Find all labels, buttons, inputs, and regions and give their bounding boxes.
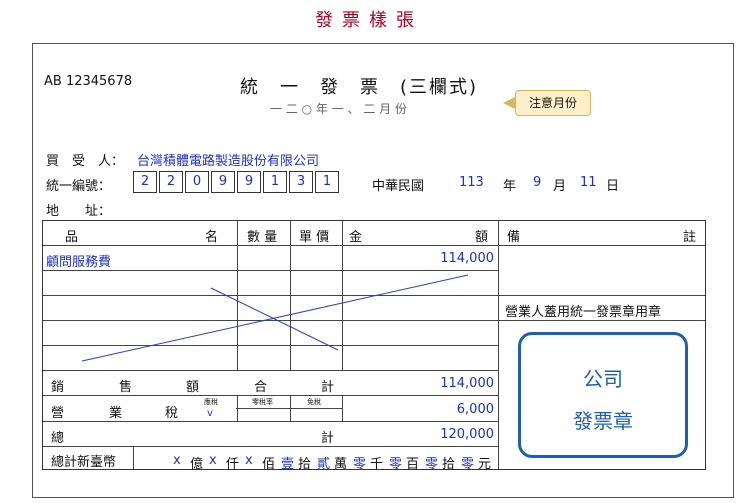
void-line <box>210 287 339 351</box>
stamp-line-1: 公司 <box>583 367 623 391</box>
stamp-line-2: 發票章 <box>573 409 633 433</box>
void-line <box>81 274 469 362</box>
company-invoice-stamp: 公司 發票章 <box>518 332 688 458</box>
